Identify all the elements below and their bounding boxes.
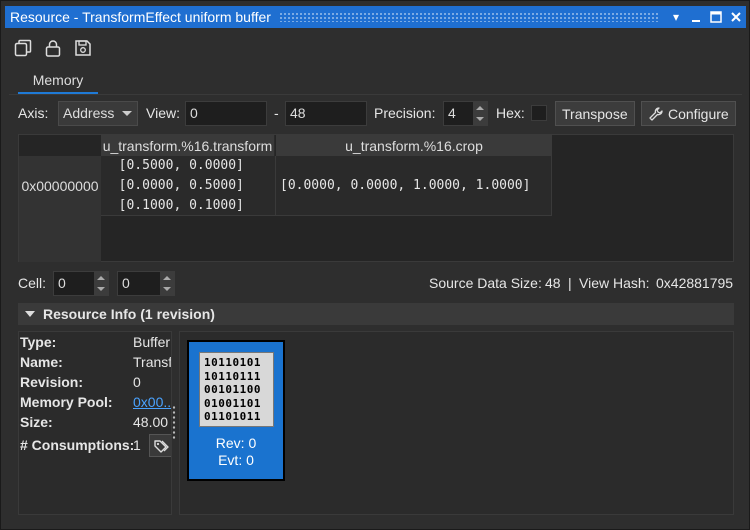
source-size-value: 48 bbox=[545, 275, 561, 291]
view-end-input[interactable]: 48 bbox=[285, 101, 367, 126]
resource-info-header[interactable]: Resource Info (1 revision) bbox=[18, 303, 734, 325]
copy-icon[interactable] bbox=[13, 38, 33, 58]
info-key: Memory Pool: bbox=[20, 394, 113, 410]
info-row-memory-pool: Memory Pool: 0x00... bbox=[20, 394, 171, 414]
info-value: Transf bbox=[133, 354, 171, 370]
configure-button-label: Configure bbox=[668, 105, 729, 122]
info-key: Revision: bbox=[20, 374, 84, 390]
revision-panel: 10110101 10110111 00101100 01001101 0110… bbox=[179, 331, 734, 515]
info-row-revision: Revision: 0 bbox=[20, 374, 171, 394]
event-label: Evt: 0 bbox=[218, 452, 254, 468]
binary-line: 01101011 bbox=[204, 410, 261, 423]
title-grip[interactable] bbox=[278, 12, 658, 22]
hex-checkbox[interactable] bbox=[531, 105, 547, 121]
info-row-name: Name: Transf bbox=[20, 354, 171, 374]
info-key: Name: bbox=[20, 354, 63, 370]
cell-controls: Cell: 0 0 Source Data Size: 48 | View Ha… bbox=[18, 271, 734, 297]
wrench-icon bbox=[649, 106, 663, 121]
pin-dropdown-icon[interactable]: ▾ bbox=[666, 7, 686, 27]
cell-x-value: 0 bbox=[58, 275, 66, 291]
info-separator: | bbox=[568, 275, 572, 291]
precision-value: 4 bbox=[448, 105, 456, 121]
stepper-up-icon[interactable] bbox=[97, 275, 105, 280]
resource-info-panel: Type: Buffer Name: Transf Revision: 0 Me… bbox=[18, 331, 172, 515]
info-key: Type: bbox=[20, 334, 57, 350]
row-address: 0x00000000 bbox=[19, 156, 101, 216]
configure-button[interactable]: Configure bbox=[641, 101, 736, 126]
memory-pool-link[interactable]: 0x00... bbox=[133, 394, 171, 410]
view-label: View: bbox=[146, 105, 180, 121]
binary-line: 10110101 bbox=[204, 356, 261, 369]
info-key: Size: bbox=[20, 414, 53, 430]
view-controls: Axis: Address View: 0 - 48 Precision: 4 … bbox=[18, 101, 738, 127]
row-header-empty bbox=[19, 216, 101, 262]
view-hash-label: View Hash: bbox=[579, 275, 650, 291]
hex-label: Hex: bbox=[496, 105, 525, 121]
title-bar[interactable]: Resource - TransformEffect uniform buffe… bbox=[5, 6, 746, 28]
stepper-up-icon[interactable] bbox=[476, 105, 484, 110]
buffer-thumbnail-icon: 10110101 10110111 00101100 01001101 0110… bbox=[199, 352, 274, 427]
view-range-separator: - bbox=[274, 105, 279, 121]
axis-label: Axis: bbox=[18, 105, 49, 121]
transpose-button-label: Transpose bbox=[562, 105, 628, 122]
binary-line: 01001101 bbox=[204, 396, 261, 410]
info-key: # Consumptions: bbox=[20, 437, 135, 453]
minimize-button[interactable] bbox=[686, 7, 706, 27]
cell-label: Cell: bbox=[18, 275, 47, 291]
maximize-button[interactable] bbox=[706, 7, 726, 27]
axis-value: Address bbox=[63, 105, 115, 121]
collapse-triangle-icon[interactable] bbox=[25, 311, 35, 317]
source-size-label: Source Data Size: bbox=[429, 275, 542, 291]
resource-window: Resource - TransformEffect uniform buffe… bbox=[0, 0, 750, 530]
view-hash-value: 0x42881795 bbox=[656, 275, 734, 291]
stepper-up-icon[interactable] bbox=[163, 275, 171, 280]
info-row-consumptions: # Consumptions: 1 bbox=[20, 434, 171, 457]
info-value: 48.00 bbox=[133, 414, 169, 430]
save-icon[interactable] bbox=[73, 38, 93, 58]
cell-y-stepper[interactable]: 0 bbox=[117, 271, 175, 296]
revision-card[interactable]: 10110101 10110111 00101100 01001101 0110… bbox=[187, 340, 285, 481]
stepper-down-icon[interactable] bbox=[476, 117, 484, 122]
info-row-size: Size: 48.00 bbox=[20, 414, 171, 434]
transpose-button[interactable]: Transpose bbox=[555, 101, 635, 126]
column-header-transform[interactable]: u_transform.%16.transform bbox=[101, 135, 275, 156]
close-button[interactable] bbox=[726, 7, 746, 27]
crop-cell[interactable]: [0.0000, 0.0000, 1.0000, 1.0000] bbox=[276, 156, 552, 216]
info-row-type: Type: Buffer bbox=[20, 334, 171, 354]
transform-row-0: [0.5000, 0.0000] bbox=[103, 158, 244, 173]
precision-stepper[interactable]: 4 bbox=[443, 101, 488, 126]
tab-divider bbox=[9, 94, 742, 95]
memory-table[interactable]: u_transform.%16.transform u_transform.%1… bbox=[18, 134, 734, 262]
info-value: 1 bbox=[133, 437, 141, 453]
stepper-down-icon[interactable] bbox=[97, 287, 105, 292]
binary-line: 10110111 bbox=[204, 369, 261, 383]
tags-icon[interactable] bbox=[149, 434, 171, 457]
splitter-handle[interactable] bbox=[172, 405, 176, 441]
toolbar bbox=[13, 38, 93, 58]
revision-label: Rev: 0 bbox=[215, 435, 257, 451]
transform-row-1: [0.0000, 0.5000] bbox=[103, 178, 244, 193]
transform-row-2: [0.1000, 0.1000] bbox=[103, 198, 244, 213]
view-start-input[interactable]: 0 bbox=[185, 101, 267, 126]
stepper-down-icon[interactable] bbox=[163, 287, 171, 292]
precision-label: Precision: bbox=[374, 105, 436, 121]
binary-line: 00101100 bbox=[204, 383, 261, 396]
resource-info-title: Resource Info (1 revision) bbox=[43, 306, 215, 322]
crop-value: [0.0000, 0.0000, 1.0000, 1.0000] bbox=[280, 178, 531, 193]
tab-bar: Memory bbox=[18, 68, 98, 94]
cell-x-stepper[interactable]: 0 bbox=[53, 271, 109, 296]
transform-cell[interactable]: [0.5000, 0.0000] [0.0000, 0.5000] [0.100… bbox=[101, 156, 276, 216]
lock-icon[interactable] bbox=[43, 38, 63, 58]
column-header-crop[interactable]: u_transform.%16.crop bbox=[276, 135, 552, 156]
info-value: Buffer bbox=[133, 334, 171, 350]
window-title: Resource - TransformEffect uniform buffe… bbox=[10, 9, 271, 25]
cell-y-value: 0 bbox=[122, 275, 130, 291]
tab-memory[interactable]: Memory bbox=[18, 68, 98, 94]
info-value: 0 bbox=[133, 374, 141, 390]
axis-select[interactable]: Address bbox=[58, 101, 138, 126]
chevron-down-icon bbox=[122, 111, 132, 116]
